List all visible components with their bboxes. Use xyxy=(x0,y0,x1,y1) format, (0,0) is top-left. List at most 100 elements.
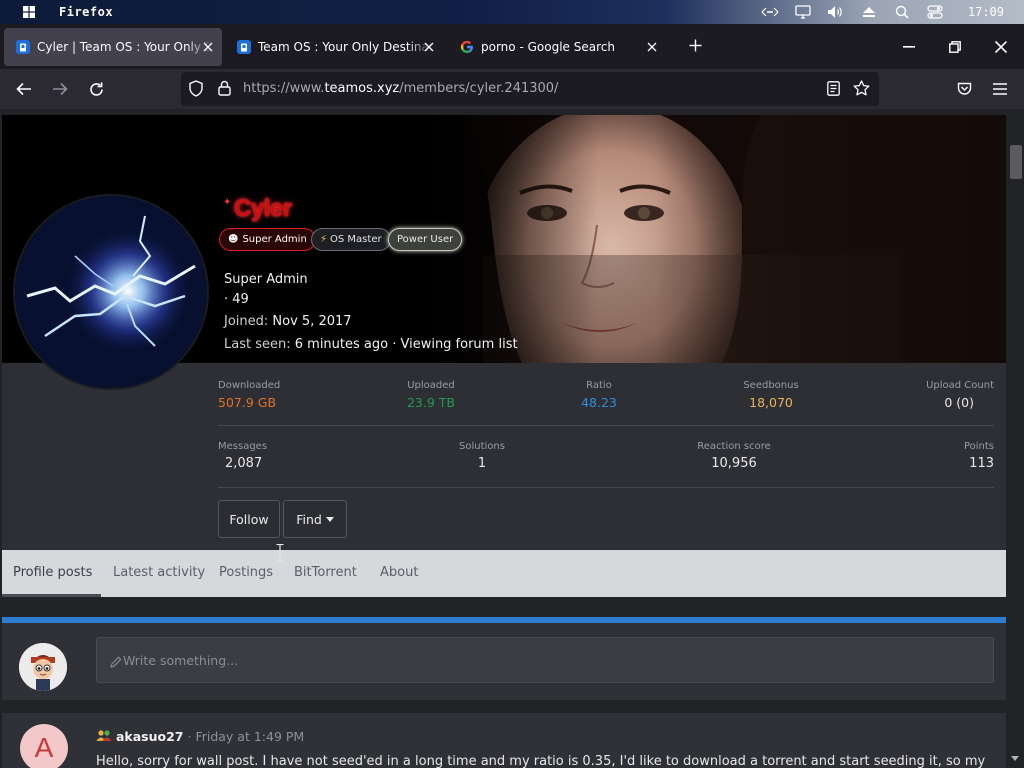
bolt-icon: ⚡ xyxy=(320,234,328,245)
profile-card: ✦ Cyler ☻ Super Admin ⚡ OS Master Power Us… xyxy=(2,115,1006,597)
eject-icon[interactable] xyxy=(859,2,880,22)
stat-ratio: Ratio 48.23 xyxy=(581,380,617,410)
joined-line: Joined: Nov 5, 2017 xyxy=(224,314,352,329)
page-scrollbar[interactable] xyxy=(1006,109,1024,768)
active-tab-indicator xyxy=(2,594,101,597)
url-text[interactable]: https://www.teamos.xyz/members/cyler.241… xyxy=(243,81,558,96)
tab-close-icon[interactable] xyxy=(200,39,216,55)
tab-bittorrent[interactable]: BitTorrent xyxy=(294,565,357,580)
profile-username[interactable]: Cyler xyxy=(234,195,292,223)
stats-divider xyxy=(218,487,994,488)
stat-value: 18,070 xyxy=(749,395,793,410)
stat-value: 48.23 xyxy=(581,395,617,410)
web-page: ✦ Cyler ☻ Super Admin ⚡ OS Master Power Us… xyxy=(0,109,1024,768)
stat-upload-count: Upload Count 0 (0) xyxy=(926,380,994,410)
profile-post-composer xyxy=(2,617,1006,700)
browser-tab-cyler[interactable]: Cyler | Team OS : Your Only Destination xyxy=(4,28,222,66)
hamburger-menu-icon[interactable] xyxy=(987,77,1013,101)
write-something-input[interactable] xyxy=(96,637,994,683)
search-icon[interactable] xyxy=(892,2,913,22)
scroll-down-arrow-icon[interactable] xyxy=(1009,752,1021,764)
bookmark-star-icon[interactable] xyxy=(853,80,870,96)
tab-close-icon[interactable] xyxy=(644,39,660,55)
username-sparkle-icon: ✦ xyxy=(223,197,232,208)
tab-close-icon[interactable] xyxy=(421,39,437,55)
tab-title: Cyler | Team OS : Your Only Destination xyxy=(37,40,212,54)
badge-label: Power User xyxy=(397,234,454,245)
stat-value: 507.9 GB xyxy=(218,395,277,410)
teamos-favicon-icon xyxy=(16,40,30,54)
stats-divider xyxy=(218,425,994,426)
volume-icon[interactable] xyxy=(826,2,847,22)
post-header: akasuo27 · Friday at 1:49 PM xyxy=(96,729,304,744)
minimize-icon[interactable] xyxy=(886,24,932,69)
stat-value: 0 (0) xyxy=(944,395,974,410)
user-rank: · 49 xyxy=(224,292,249,307)
restore-icon[interactable] xyxy=(932,24,978,69)
post-timestamp[interactable]: · Friday at 1:49 PM xyxy=(188,729,305,744)
stat-downloaded: Downloaded 507.9 GB xyxy=(218,380,280,410)
forward-arrow-icon[interactable] xyxy=(47,77,73,101)
url-path: /members/cyler.241300/ xyxy=(399,81,559,96)
tab-postings[interactable]: Postings xyxy=(219,565,273,580)
pocket-icon[interactable] xyxy=(951,77,977,101)
control-center-icon[interactable] xyxy=(925,2,946,22)
tab-profile-posts[interactable]: Profile posts xyxy=(13,565,92,580)
caret-down-icon xyxy=(325,516,334,522)
stat-label: Downloaded xyxy=(218,380,281,391)
text-cursor-icon xyxy=(276,544,284,562)
stat-value: 2,087 xyxy=(225,456,263,471)
post-author-name[interactable]: akasuo27 xyxy=(116,729,184,744)
tracking-shield-icon[interactable] xyxy=(188,80,204,97)
windows-start-icon[interactable] xyxy=(17,0,41,24)
stat-messages[interactable]: Messages 2,087 xyxy=(218,441,267,471)
avatar-letter: A xyxy=(34,732,54,763)
display-icon[interactable] xyxy=(793,2,814,22)
find-dropdown-button[interactable]: Find xyxy=(283,500,347,538)
stat-value: 1 xyxy=(477,456,487,471)
badge-super-admin: ☻ Super Admin xyxy=(219,228,316,251)
window-close-icon[interactable] xyxy=(978,24,1024,69)
back-arrow-icon[interactable] xyxy=(11,77,37,101)
clock[interactable]: 17:09 xyxy=(968,5,1004,19)
tab-about[interactable]: About xyxy=(380,565,418,580)
network-arrows-icon[interactable] xyxy=(760,2,781,22)
stat-seedbonus: Seedbonus 18,070 xyxy=(743,380,798,410)
reload-icon[interactable] xyxy=(83,77,109,101)
stat-label: Upload Count xyxy=(926,380,994,391)
google-favicon-icon xyxy=(460,40,474,54)
pencil-icon xyxy=(110,656,122,668)
current-user-avatar[interactable] xyxy=(19,643,67,691)
wall-post: A akasuo27 · Friday at 1:49 PM Hello, so… xyxy=(2,713,1006,768)
badge-os-master: ⚡ OS Master xyxy=(311,228,391,251)
stat-value: 10,956 xyxy=(711,456,757,471)
reader-view-icon[interactable] xyxy=(827,81,840,96)
profile-tabs: Profile posts Latest activity Postings B… xyxy=(2,550,1006,597)
post-author-avatar[interactable]: A xyxy=(20,724,68,768)
url-prefix: https://www. xyxy=(243,81,325,96)
system-tray: 17:09 xyxy=(760,0,1024,24)
address-bar[interactable]: https://www.teamos.xyz/members/cyler.241… xyxy=(181,72,879,106)
post-body: Hello, sorry for wall post. I have not s… xyxy=(96,754,986,768)
follow-label: Follow xyxy=(229,511,269,527)
badge-power-user: Power User xyxy=(388,228,463,251)
stat-value: 113 xyxy=(969,456,994,471)
teamos-favicon-icon xyxy=(237,40,251,54)
badge-label: OS Master xyxy=(330,234,382,245)
browser-tab-teamos[interactable]: Team OS : Your Only Destination xyxy=(225,28,443,66)
profile-avatar[interactable] xyxy=(15,196,207,388)
user-title: Super Admin xyxy=(224,272,308,287)
active-app-name: Firefox xyxy=(59,5,114,19)
last-seen-value[interactable]: 6 minutes ago · Viewing forum list xyxy=(295,337,518,352)
stat-label: Reaction score xyxy=(697,441,771,452)
follow-button[interactable]: Follow xyxy=(218,500,280,538)
stat-uploaded: Uploaded 23.9 TB xyxy=(407,380,455,410)
stat-reaction-score: Reaction score 10,956 xyxy=(697,441,770,471)
tab-latest-activity[interactable]: Latest activity xyxy=(113,565,205,580)
lock-icon[interactable] xyxy=(218,80,231,96)
stat-points[interactable]: Points 113 xyxy=(964,441,994,471)
browser-tab-google[interactable]: porno - Google Search xyxy=(448,28,666,66)
scrollbar-thumb[interactable] xyxy=(1010,145,1022,179)
stat-label: Ratio xyxy=(586,380,612,391)
new-tab-plus-icon[interactable] xyxy=(684,33,706,57)
